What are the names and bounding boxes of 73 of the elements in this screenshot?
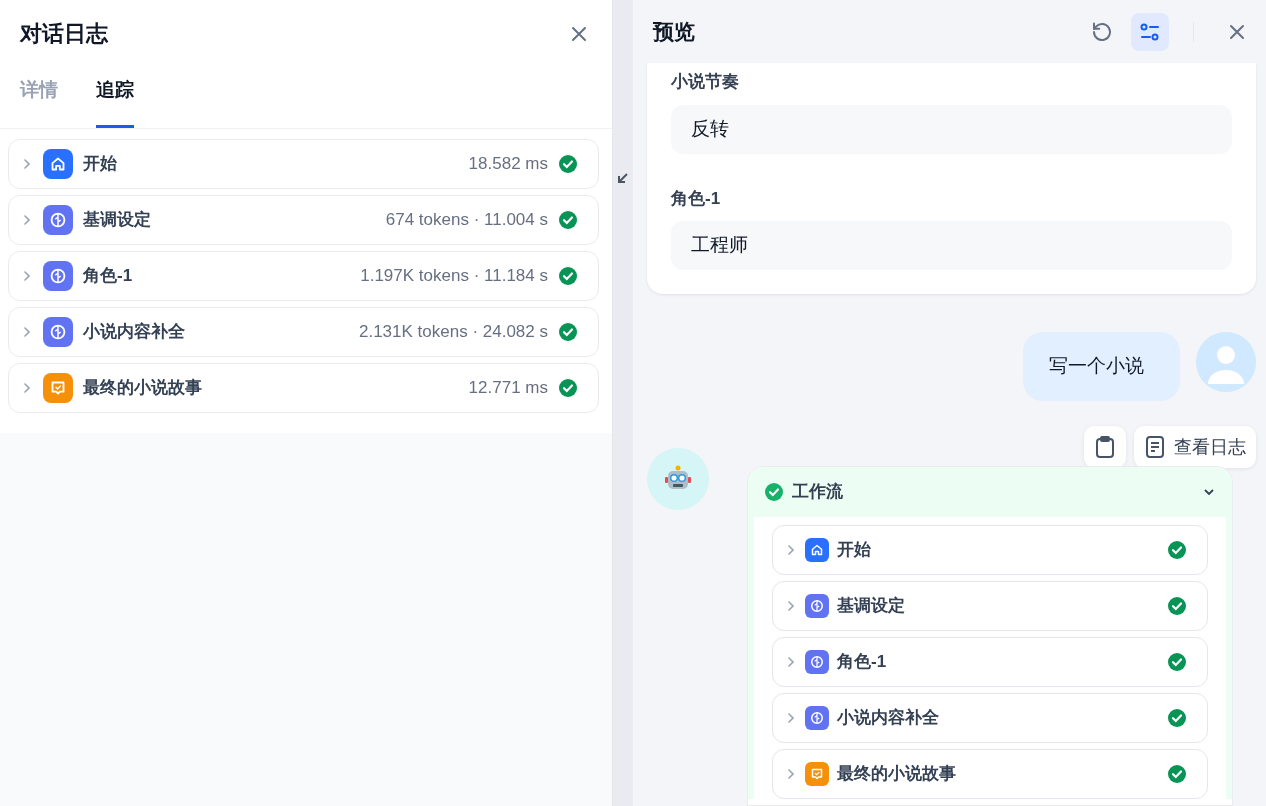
check-circle-icon — [1167, 652, 1187, 672]
settings-button[interactable] — [1131, 12, 1169, 51]
clipboard-icon — [1094, 435, 1116, 459]
chevron-right-icon[interactable] — [21, 324, 33, 339]
check-circle-icon — [1167, 708, 1187, 728]
copy-button[interactable] — [1084, 426, 1126, 468]
node-name: 开始 — [83, 152, 118, 175]
node-name: 基调设定 — [83, 208, 152, 231]
check-circle-icon — [1167, 764, 1187, 784]
close-icon — [1228, 22, 1246, 41]
trace-row[interactable]: 开始 18.582 ms — [8, 138, 599, 189]
document-icon — [1144, 435, 1166, 459]
check-circle-icon — [764, 482, 784, 502]
check-circle-icon — [558, 377, 578, 398]
node-name: 角色-1 — [837, 651, 888, 674]
home-icon — [805, 538, 829, 562]
workflow-node-row[interactable]: 开始 — [772, 525, 1208, 575]
check-circle-icon — [1167, 540, 1187, 560]
node-name: 角色-1 — [83, 264, 134, 287]
workflow-node-row[interactable]: 角色-1 — [772, 637, 1208, 687]
node-name: 小说内容补全 — [83, 320, 186, 343]
chevron-right-icon[interactable] — [21, 156, 33, 171]
workflow-title: 工作流 — [792, 481, 844, 504]
panel-title: 对话日志 — [20, 20, 108, 48]
node-metrics: 1.197K tokens · 11.184 s — [360, 264, 548, 287]
chevron-right-icon[interactable] — [785, 711, 797, 725]
node-name: 最终的小说故事 — [83, 376, 203, 399]
collapse-arrow-icon[interactable] — [617, 172, 629, 184]
input-field[interactable]: 反转 — [671, 104, 1232, 154]
brain-icon — [43, 260, 73, 291]
node-name: 最终的小说故事 — [837, 763, 957, 786]
chevron-right-icon[interactable] — [785, 767, 797, 781]
field-label: 角色-1 — [671, 187, 722, 210]
check-circle-icon — [1167, 596, 1187, 616]
node-metrics: 12.771 ms — [468, 376, 548, 399]
user-message: 写一个小说 — [1023, 332, 1180, 401]
chat-bubble-icon — [43, 372, 73, 403]
tab[interactable]: 追踪 — [96, 76, 134, 128]
chevron-right-icon[interactable] — [785, 543, 797, 557]
check-circle-icon — [558, 209, 578, 230]
trace-row[interactable]: 基调设定 674 tokens · 11.004 s — [8, 194, 599, 245]
view-log-button[interactable]: 查看日志 — [1134, 426, 1256, 468]
input-field[interactable]: 工程师 — [671, 221, 1232, 270]
chevron-right-icon[interactable] — [785, 599, 797, 613]
check-circle-icon — [558, 265, 578, 286]
workflow-node-row[interactable]: 基调设定 — [772, 581, 1208, 631]
chevron-right-icon[interactable] — [21, 380, 33, 395]
close-icon — [570, 25, 588, 43]
chevron-right-icon[interactable] — [21, 212, 33, 227]
home-icon — [43, 148, 73, 179]
node-name: 小说内容补全 — [837, 707, 940, 730]
trace-row[interactable]: 最终的小说故事 12.771 ms — [8, 362, 599, 413]
node-metrics: 674 tokens · 11.004 s — [385, 208, 548, 231]
node-metrics: 2.131K tokens · 24.082 s — [358, 320, 548, 343]
brain-icon — [805, 594, 829, 618]
workflow-node-row[interactable]: 小说内容补全 — [772, 693, 1208, 743]
chat-bubble-icon — [805, 762, 829, 786]
preview-title: 预览 — [653, 18, 696, 45]
brain-icon — [43, 316, 73, 347]
trace-row[interactable]: 小说内容补全 2.131K tokens · 24.082 s — [8, 306, 599, 357]
check-circle-icon — [558, 321, 578, 342]
brain-icon — [43, 204, 73, 235]
chevron-right-icon[interactable] — [785, 655, 797, 669]
node-name: 基调设定 — [837, 595, 906, 618]
workflow-node-row[interactable]: 最终的小说故事 — [772, 749, 1208, 799]
brain-icon — [805, 650, 829, 674]
node-name: 开始 — [837, 539, 872, 562]
chevron-right-icon[interactable] — [21, 268, 33, 283]
node-metrics: 18.582 ms — [468, 152, 548, 175]
trace-row[interactable]: 角色-1 1.197K tokens · 11.184 s — [8, 250, 599, 301]
brain-icon — [805, 706, 829, 730]
field-label: 小说节奏 — [671, 71, 740, 93]
check-circle-icon — [558, 153, 578, 174]
